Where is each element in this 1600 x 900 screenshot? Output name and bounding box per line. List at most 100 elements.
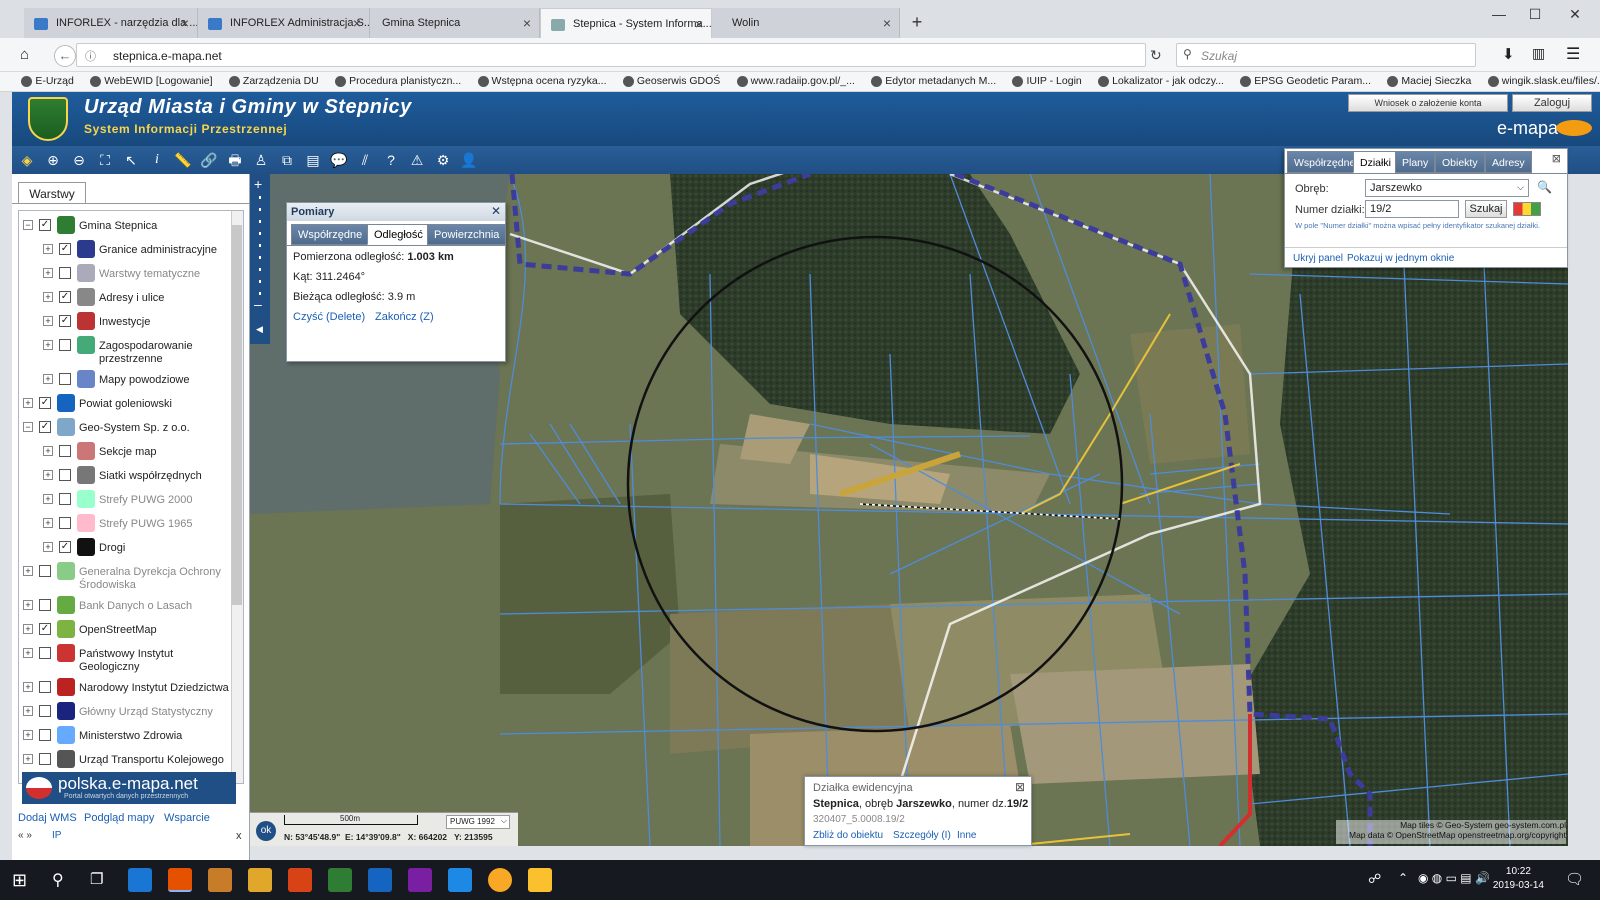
home-icon[interactable]: ⌂ bbox=[20, 46, 29, 63]
print-icon[interactable]: 🖶 bbox=[224, 150, 246, 170]
layer-checkbox[interactable] bbox=[39, 705, 51, 717]
layer-row[interactable]: + Sekcje map bbox=[19, 441, 231, 465]
search-button[interactable]: Szukaj bbox=[1465, 200, 1507, 218]
browser-tab-active[interactable]: Stepnica - System Informa... × bbox=[540, 8, 712, 38]
browser-search-field[interactable]: ⚲ Szukaj bbox=[1176, 43, 1476, 67]
collapse-icon[interactable]: − bbox=[23, 220, 33, 230]
layer-checkbox[interactable]: ✓ bbox=[59, 291, 71, 303]
layer-row[interactable]: + Urząd Transportu Kolejowego bbox=[19, 749, 231, 773]
browser-tab[interactable]: INFORLEX - narzędzia dla ... × bbox=[24, 8, 198, 38]
browser-tab[interactable]: Wolin × bbox=[712, 8, 900, 38]
layer-row[interactable]: + ✓ OpenStreetMap bbox=[19, 619, 231, 643]
layer-row[interactable]: + Generalna Dyrekcja Ochrony Środowiska bbox=[19, 561, 231, 595]
new-tab-button[interactable]: + bbox=[902, 12, 932, 33]
link-icon[interactable]: 🔗 bbox=[198, 150, 220, 170]
close-icon[interactable]: × bbox=[883, 15, 891, 31]
excel-icon[interactable] bbox=[328, 868, 352, 892]
reload-icon[interactable]: ↻ bbox=[1150, 47, 1162, 64]
tab-layers[interactable]: Warstwy bbox=[18, 182, 86, 204]
media-player-icon[interactable] bbox=[208, 868, 232, 892]
ok-button[interactable]: ok bbox=[256, 821, 276, 841]
edge-icon[interactable] bbox=[128, 868, 152, 892]
obreb-select[interactable]: Jarszewko ⌵ bbox=[1365, 179, 1529, 197]
split-view-icon[interactable]: ▤ bbox=[302, 150, 324, 170]
expand-icon[interactable]: + bbox=[23, 600, 33, 610]
zoom-extent-icon[interactable]: ⛶ bbox=[94, 150, 116, 170]
layer-checkbox[interactable]: ✓ bbox=[39, 397, 51, 409]
layer-row[interactable]: + ✓ Inwestycje bbox=[19, 311, 231, 335]
bookmark[interactable]: Maciej Sieczka bbox=[1383, 72, 1480, 87]
close-panel-icon[interactable]: x bbox=[236, 830, 242, 842]
layer-checkbox[interactable] bbox=[59, 339, 71, 351]
zoom-track[interactable] bbox=[259, 196, 261, 300]
layer-checkbox[interactable] bbox=[39, 565, 51, 577]
add-wms-link[interactable]: Dodaj WMS bbox=[18, 812, 77, 824]
bookmark[interactable]: EPSG Geodetic Param... bbox=[1236, 72, 1380, 87]
bookmark[interactable]: wingik.slask.eu/files/... bbox=[1484, 72, 1600, 87]
zoom-slider[interactable]: + – ◀ bbox=[250, 174, 270, 344]
expand-icon[interactable]: + bbox=[23, 624, 33, 634]
layer-row[interactable]: + ✓ Powiat goleniowski bbox=[19, 393, 231, 417]
expand-icon[interactable]: + bbox=[23, 706, 33, 716]
comment-icon[interactable]: 💬 bbox=[328, 150, 350, 170]
word-icon[interactable] bbox=[368, 868, 392, 892]
expand-icon[interactable]: + bbox=[43, 518, 53, 528]
back-button[interactable]: ← bbox=[54, 45, 76, 67]
onenote-icon[interactable] bbox=[408, 868, 432, 892]
zoom-to-object-link[interactable]: Zbliż do obiektu bbox=[813, 830, 883, 841]
parcel-number-input[interactable]: 19/2 bbox=[1365, 200, 1459, 218]
layer-row[interactable]: + Narodowy Instytut Dziedzictwa bbox=[19, 677, 231, 701]
bookmark[interactable]: Wstępna ocena ryzyka... bbox=[474, 72, 616, 87]
tab-distance[interactable]: Odległość bbox=[367, 224, 430, 245]
menu-icon[interactable]: ☰ bbox=[1566, 44, 1580, 64]
task-view-icon[interactable]: ❐ bbox=[90, 870, 103, 888]
pointer-icon[interactable]: ↖ bbox=[120, 150, 142, 170]
tray-icons[interactable]: ◉ ◍ ▭ ▤ 🔊 bbox=[1418, 871, 1490, 885]
close-icon[interactable]: × bbox=[181, 15, 189, 31]
layer-row[interactable]: + Siatki współrzędnych bbox=[19, 465, 231, 489]
firefox-icon[interactable] bbox=[168, 868, 192, 892]
tab-plans[interactable]: Plany bbox=[1395, 151, 1436, 173]
file-explorer-icon[interactable] bbox=[528, 868, 552, 892]
expand-icon[interactable]: + bbox=[43, 446, 53, 456]
expand-icon[interactable]: + bbox=[23, 730, 33, 740]
people-icon[interactable]: ☍ bbox=[1368, 871, 1381, 887]
account-request-button[interactable]: Wniosek o założenie konta bbox=[1348, 94, 1508, 112]
expand-icon[interactable]: + bbox=[43, 470, 53, 480]
bookmark[interactable]: IUIP - Login bbox=[1008, 72, 1090, 87]
search-icon[interactable]: 🔍 bbox=[1537, 180, 1552, 194]
expand-icon[interactable]: + bbox=[43, 374, 53, 384]
settings-icon[interactable]: ⚙ bbox=[432, 150, 454, 170]
layer-scrollbar[interactable] bbox=[231, 211, 243, 783]
layer-row[interactable]: + ✓ Drogi bbox=[19, 537, 231, 561]
tab-addresses[interactable]: Adresy bbox=[1485, 151, 1532, 173]
layer-checkbox[interactable] bbox=[59, 267, 71, 279]
ruler-icon[interactable]: 📏 bbox=[172, 150, 194, 170]
browser-tab[interactable]: INFORLEX Administracja S... × bbox=[198, 8, 370, 38]
close-icon[interactable]: × bbox=[695, 16, 703, 32]
expand-icon[interactable]: + bbox=[43, 316, 53, 326]
bookmark[interactable]: www.radaiip.gov.pl/_... bbox=[733, 72, 864, 87]
details-link[interactable]: Szczegóły (I) bbox=[893, 830, 951, 841]
maximize-button[interactable]: ☐ bbox=[1520, 6, 1550, 23]
layer-checkbox[interactable]: ✓ bbox=[39, 623, 51, 635]
crs-select[interactable]: PUWG 1992 ⌵ bbox=[446, 815, 510, 829]
layer-checkbox[interactable] bbox=[59, 373, 71, 385]
collapse-arrow-icon[interactable]: ◀ bbox=[256, 324, 263, 335]
layer-checkbox[interactable] bbox=[59, 469, 71, 481]
expand-icon[interactable]: + bbox=[23, 648, 33, 658]
ip-link[interactable]: IP bbox=[52, 830, 61, 841]
support-link[interactable]: Wsparcie bbox=[164, 812, 210, 824]
layer-row[interactable]: − ✓ Geo-System Sp. z o.o. bbox=[19, 417, 231, 441]
layer-row[interactable]: + Bank Danych o Lasach bbox=[19, 595, 231, 619]
layer-row[interactable]: + Ministerstwo Zdrowia bbox=[19, 725, 231, 749]
layer-row[interactable]: + Strefy PUWG 2000 bbox=[19, 489, 231, 513]
close-icon[interactable]: × bbox=[523, 15, 531, 31]
layer-checkbox[interactable] bbox=[59, 493, 71, 505]
finish-link[interactable]: Zakończ (Z) bbox=[375, 311, 434, 323]
expand-icon[interactable]: + bbox=[43, 292, 53, 302]
close-window-button[interactable]: ✕ bbox=[1560, 6, 1590, 23]
layers-icon[interactable]: ◈ bbox=[16, 150, 38, 170]
layer-checkbox[interactable] bbox=[39, 681, 51, 693]
tab-objects[interactable]: Obiekty bbox=[1435, 151, 1485, 173]
